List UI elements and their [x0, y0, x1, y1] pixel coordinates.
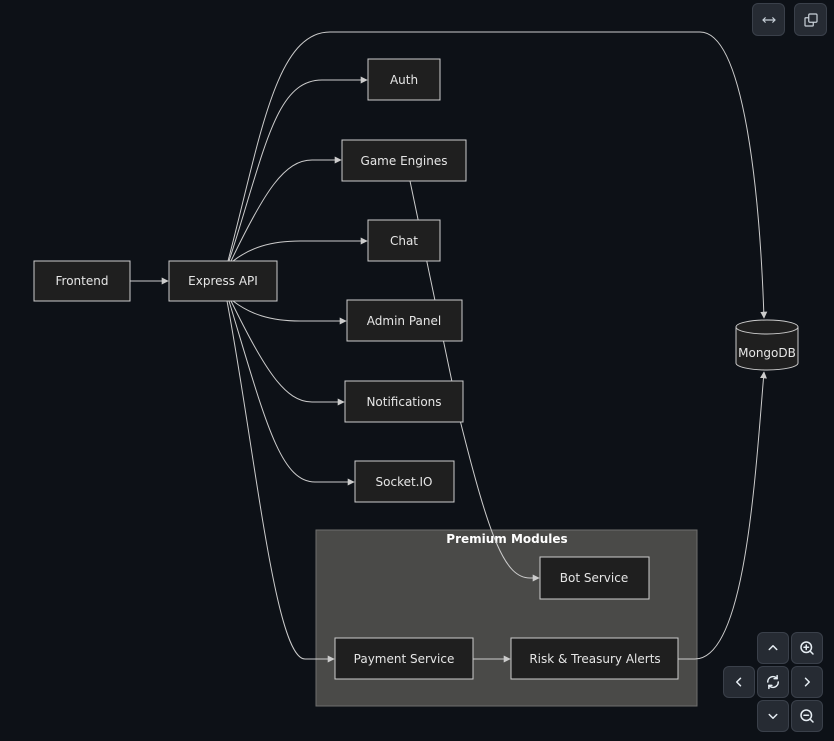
node-socket-io[interactable]: Socket.IO: [354, 460, 455, 503]
edge-express-notifications: [230, 300, 345, 406]
node-socket-io-label: Socket.IO: [376, 475, 433, 489]
pan-right-button[interactable]: [791, 666, 823, 698]
node-notifications[interactable]: Notifications: [344, 380, 464, 423]
node-auth-label: Auth: [390, 73, 418, 87]
node-game-engines-label: Game Engines: [361, 154, 448, 168]
refresh-icon: [766, 674, 780, 690]
node-frontend-label: Frontend: [56, 274, 109, 288]
node-game-engines[interactable]: Game Engines: [341, 139, 467, 182]
premium-modules-label: Premium Modules: [446, 532, 567, 546]
chevron-up-icon: [768, 645, 778, 651]
chevron-down-icon: [768, 713, 778, 719]
edge-express-admin-panel: [232, 300, 347, 325]
node-risk-alerts[interactable]: Risk & Treasury Alerts: [510, 637, 679, 680]
node-admin-panel[interactable]: Admin Panel: [346, 299, 463, 342]
node-bot-service[interactable]: Bot Service: [539, 556, 650, 600]
reset-view-button[interactable]: [757, 666, 789, 698]
copy-button[interactable]: [794, 3, 827, 36]
pan-left-button[interactable]: [723, 666, 755, 698]
edge-express-game-engines: [230, 156, 342, 262]
edge-express-chat: [232, 237, 368, 262]
arrows-horizontal-icon: [761, 16, 776, 23]
node-express-api-label: Express API: [188, 274, 258, 288]
node-payment-service-label: Payment Service: [354, 652, 455, 666]
node-frontend[interactable]: Frontend: [33, 260, 131, 302]
node-express-api[interactable]: Express API: [168, 260, 278, 302]
node-chat[interactable]: Chat: [367, 219, 441, 262]
pan-down-button[interactable]: [757, 700, 789, 732]
zoom-out-button[interactable]: [791, 700, 823, 732]
edge-express-mongodb: [227, 31, 768, 319]
node-risk-alerts-label: Risk & Treasury Alerts: [529, 652, 660, 666]
node-bot-service-label: Bot Service: [560, 571, 628, 585]
copy-icon: [803, 12, 818, 27]
flowchart-diagram: Premium Modules Frontend Express API Aut…: [33, 31, 799, 707]
zoom-in-button[interactable]: [791, 632, 823, 664]
pan-up-button[interactable]: [757, 632, 789, 664]
chevron-left-icon: [736, 677, 742, 687]
node-mongodb-label: MongoDB: [738, 346, 796, 360]
edge-express-socketio: [228, 300, 355, 486]
zoom-in-icon: [800, 641, 814, 655]
fit-width-button[interactable]: [752, 3, 785, 36]
premium-modules-group: Premium Modules: [315, 529, 698, 707]
zoom-out-icon: [800, 709, 814, 723]
node-chat-label: Chat: [390, 234, 418, 248]
node-admin-panel-label: Admin Panel: [367, 314, 441, 328]
node-notifications-label: Notifications: [366, 395, 441, 409]
chevron-right-icon: [804, 677, 810, 687]
node-payment-service[interactable]: Payment Service: [334, 637, 474, 680]
node-mongodb[interactable]: MongoDB: [735, 319, 799, 371]
node-auth[interactable]: Auth: [367, 58, 441, 101]
